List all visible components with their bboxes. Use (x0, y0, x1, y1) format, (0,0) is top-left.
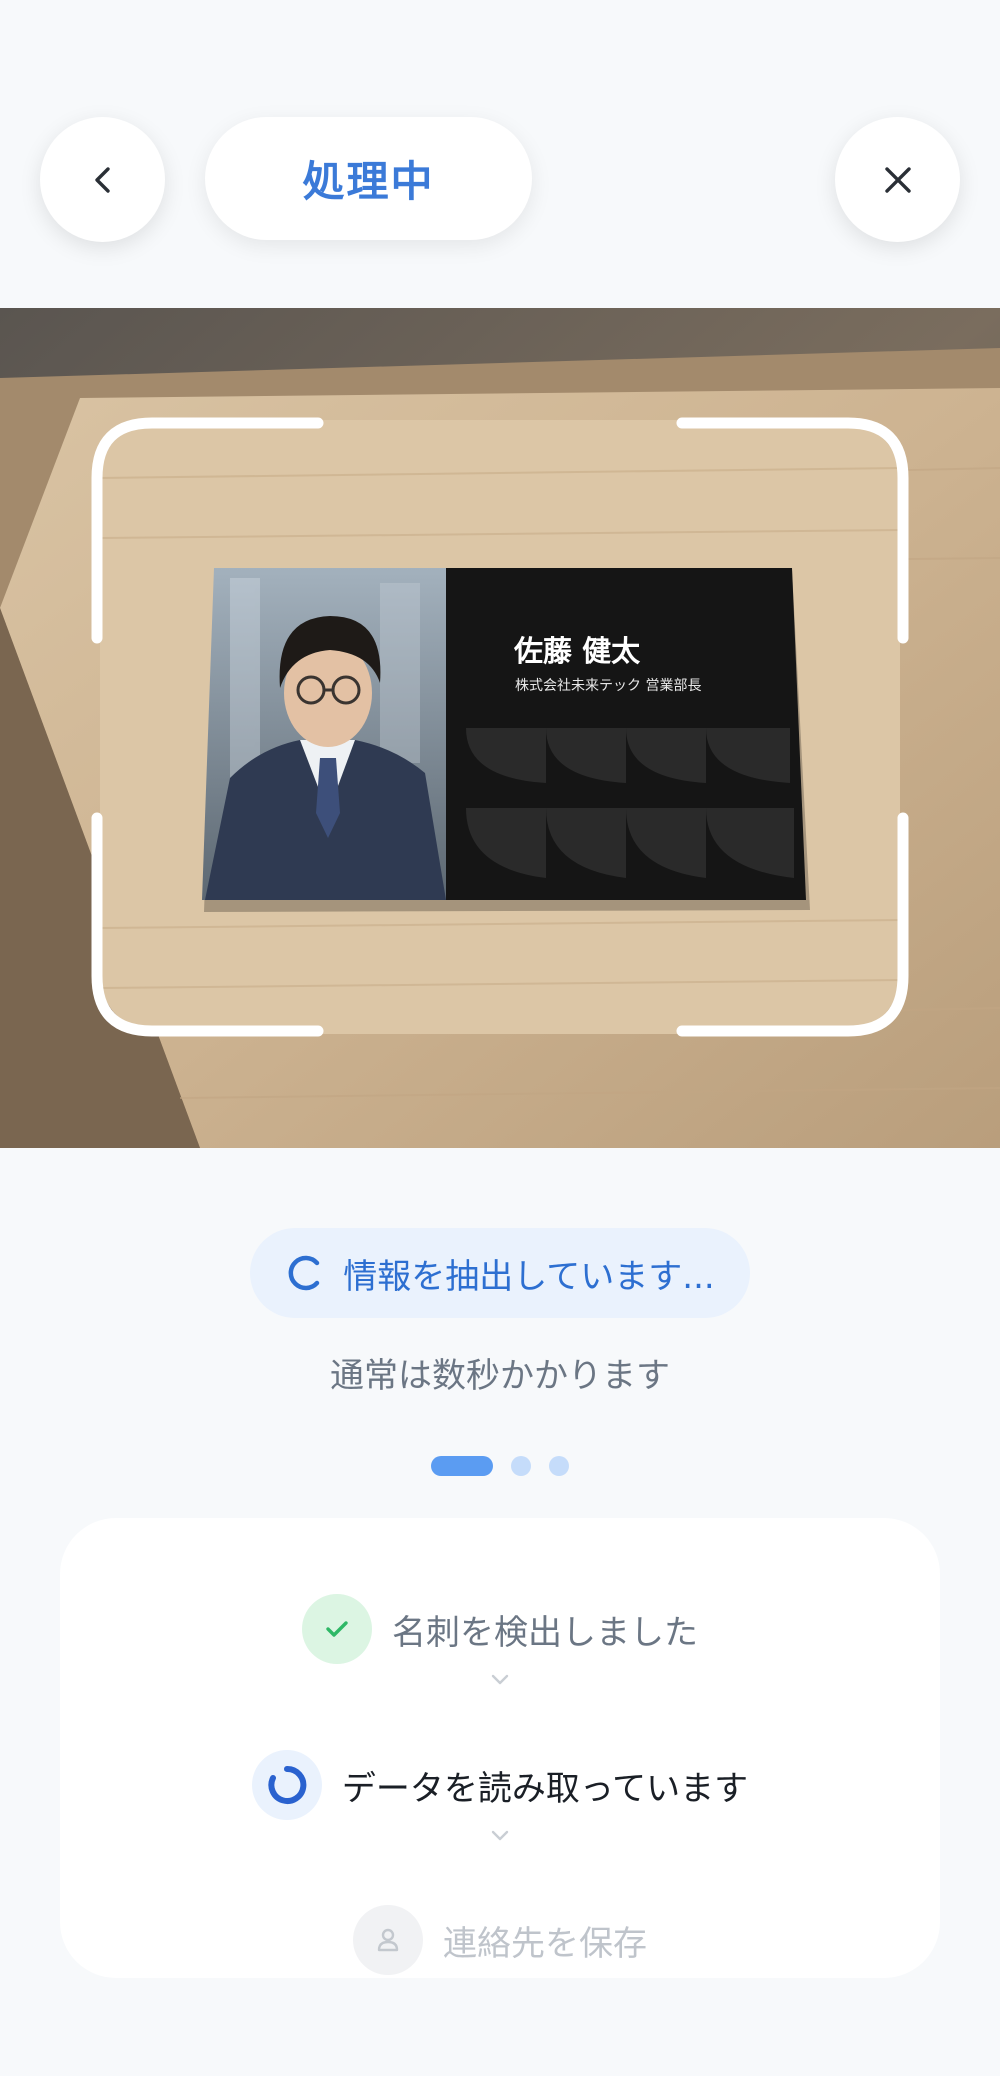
progress-dots (0, 1456, 1000, 1476)
progress-dot (549, 1456, 569, 1476)
chevron-left-icon (94, 166, 110, 193)
back-button[interactable] (40, 117, 165, 242)
status-label: 情報を抽出しています... (343, 1256, 715, 1297)
person-icon (353, 1905, 423, 1975)
steps-card: 名刺を検出しました データを読み取っています 連絡先を保存 (60, 1518, 940, 1978)
page-title: 処理中 (205, 117, 532, 240)
close-icon (884, 166, 911, 193)
status-indicator: 情報を抽出しています... (250, 1228, 750, 1318)
chevron-down-icon (491, 1674, 509, 1685)
spinner-icon (251, 1750, 322, 1820)
step-label: 連絡先を保存 (443, 1923, 647, 1964)
processing-screen: 処理中 佐藤 健太 株式会社未来テック 営業部長 情報を抽出しています... 通… (0, 0, 1000, 2076)
card-name: 佐藤 健太 (513, 634, 641, 668)
status-subtitle: 通常は数秒かかります (330, 1356, 670, 1396)
close-button[interactable] (835, 117, 960, 242)
check-icon (302, 1594, 372, 1664)
progress-dot (511, 1456, 531, 1476)
spinner-icon (288, 1255, 320, 1291)
step-read-data: データを読み取っています (60, 1750, 940, 1820)
step-save-contact: 連絡先を保存 (60, 1905, 940, 1975)
card-job-title: 株式会社未来テック 営業部長 (515, 678, 701, 694)
step-detect-card: 名刺を検出しました (60, 1594, 940, 1664)
chevron-down-icon (491, 1830, 509, 1841)
step-label: 名刺を検出しました (392, 1612, 698, 1653)
camera-preview: 佐藤 健太 株式会社未来テック 営業部長 (0, 308, 1000, 1148)
step-label: データを読み取っています (341, 1768, 749, 1809)
progress-dot-active (431, 1456, 493, 1476)
